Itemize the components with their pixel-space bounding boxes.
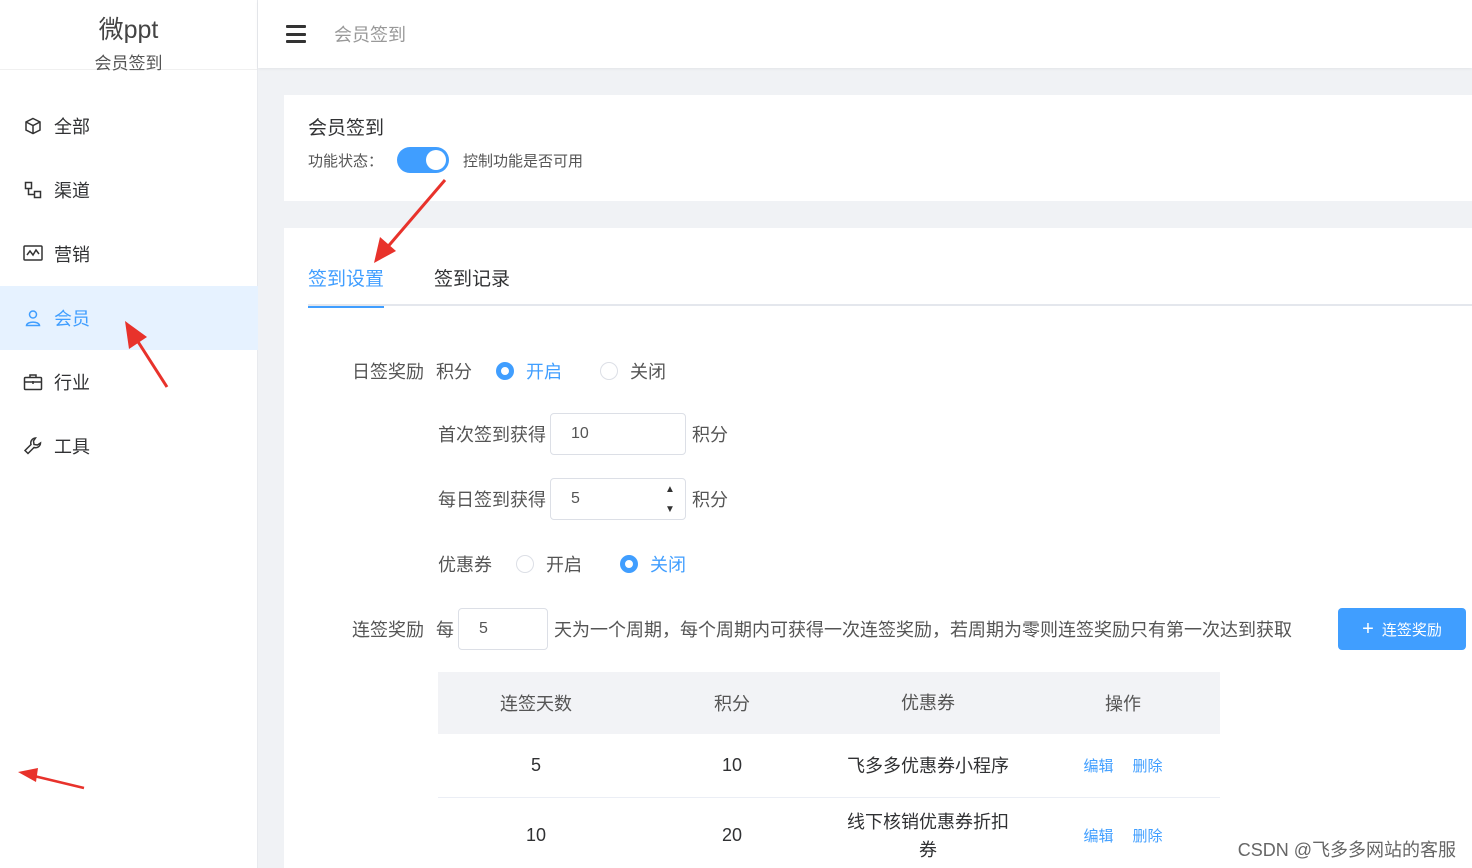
edit-link[interactable]: 编辑 xyxy=(1083,758,1113,775)
table-row: 10 20 线下核销优惠券折扣 券 编辑 删除 xyxy=(438,798,1220,868)
cube-icon xyxy=(22,115,44,137)
cell-coupon: 飞多多优惠券小程序 xyxy=(847,755,1009,776)
feature-toggle[interactable] xyxy=(397,147,450,173)
every-label: 每 xyxy=(436,620,454,640)
tab-signin-settings[interactable]: 签到设置 xyxy=(308,266,385,308)
daily-points-off-radio[interactable]: 关闭 xyxy=(600,358,666,384)
add-consecutive-reward-button[interactable]: + 连签奖励 xyxy=(1338,608,1466,650)
first-signin-label: 首次签到获得 xyxy=(438,425,546,445)
edit-link[interactable]: 编辑 xyxy=(1083,828,1113,845)
column-header: 操作 xyxy=(1105,694,1141,714)
tabs: 签到设置 签到记录 xyxy=(308,266,1472,308)
plus-icon: + xyxy=(1362,617,1374,640)
brand: 微ppt 会员签到 xyxy=(0,0,257,73)
sidebar-item-label: 营销 xyxy=(54,245,90,265)
column-header: 积分 xyxy=(714,694,750,714)
tab-signin-records[interactable]: 签到记录 xyxy=(434,266,510,306)
wrench-icon xyxy=(22,435,44,457)
briefcase-icon xyxy=(22,371,44,393)
cell-actions: 编辑 删除 xyxy=(1026,755,1220,776)
sidebar-item-member[interactable]: 会员 xyxy=(0,286,258,350)
status-row: 功能状态： 控制功能是否可用 xyxy=(308,147,583,173)
channel-icon xyxy=(22,179,44,201)
column-header: 优惠券 xyxy=(901,693,955,713)
cycle-input[interactable]: 5 xyxy=(458,608,548,650)
coupon-row: 优惠券 开启 关闭 xyxy=(438,551,686,577)
sidebar-item-all[interactable]: 全部 xyxy=(0,94,258,158)
delete-link[interactable]: 删除 xyxy=(1133,758,1163,775)
consecutive-label: 连签奖励 xyxy=(352,620,424,640)
cell-points: 10 xyxy=(721,755,743,775)
daily-reward-label: 日签奖励 xyxy=(352,362,424,382)
sidebar: 微ppt 会员签到 全部 渠道 营销 会员 行业 工具 xyxy=(0,0,258,868)
cell-coupon: 线下核销优惠券折扣 券 xyxy=(847,811,1009,860)
cycle-description: 天为一个周期，每个周期内可获得一次连签奖励，若周期为零则连签奖励只有第一次达到获… xyxy=(554,620,1292,640)
delete-link[interactable]: 删除 xyxy=(1133,828,1163,845)
daily-signin-row: 每日签到获得 5 ▲ ▼ 积分 xyxy=(438,478,728,520)
sidebar-item-label: 工具 xyxy=(54,437,90,457)
top-header: 会员签到 xyxy=(258,0,1472,68)
brand-subtitle: 会员签到 xyxy=(94,54,163,73)
chart-icon xyxy=(22,243,44,265)
table-row: 5 10 飞多多优惠券小程序 编辑 删除 xyxy=(438,734,1220,798)
increment-icon[interactable]: ▲ xyxy=(655,479,685,499)
decrement-icon[interactable]: ▼ xyxy=(655,499,685,519)
table-header: 连签天数 积分 优惠券 操作 xyxy=(438,672,1220,734)
sidebar-item-channel[interactable]: 渠道 xyxy=(0,158,258,222)
column-header: 连签天数 xyxy=(500,694,572,714)
sidebar-item-label: 全部 xyxy=(54,117,90,137)
status-hint: 控制功能是否可用 xyxy=(463,152,584,170)
first-signin-input[interactable]: 10 xyxy=(550,413,686,455)
menu-toggle-icon[interactable] xyxy=(286,25,306,43)
settings-card: 签到设置 签到记录 日签奖励 积分 开启 关闭 首次签到获得 10 积分 每日签… xyxy=(284,228,1472,868)
coupon-on-radio[interactable]: 开启 xyxy=(516,551,582,577)
first-signin-row: 首次签到获得 10 积分 xyxy=(438,413,728,455)
cell-days: 5 xyxy=(530,755,541,775)
breadcrumb: 会员签到 xyxy=(334,25,406,45)
sidebar-item-label: 渠道 xyxy=(54,181,90,201)
watermark: CSDN @飞多多网站的客服 xyxy=(1237,840,1456,860)
consecutive-reward-table: 连签天数 积分 优惠券 操作 5 10 飞多多优惠券小程序 编辑 删除 10 2… xyxy=(438,672,1220,868)
sidebar-item-tools[interactable]: 工具 xyxy=(0,414,258,478)
first-unit-label: 积分 xyxy=(692,425,728,445)
coupon-off-radio[interactable]: 关闭 xyxy=(620,551,686,577)
daily-signin-stepper[interactable]: 5 ▲ ▼ xyxy=(550,478,686,520)
sidebar-menu: 全部 渠道 营销 会员 行业 工具 xyxy=(0,94,258,478)
cell-actions: 编辑 删除 xyxy=(1026,825,1220,846)
sidebar-item-marketing[interactable]: 营销 xyxy=(0,222,258,286)
sidebar-item-label: 行业 xyxy=(54,373,90,393)
status-label: 功能状态： xyxy=(308,152,384,170)
user-icon xyxy=(22,307,44,329)
cell-points: 20 xyxy=(721,825,743,845)
brand-title: 微ppt xyxy=(98,16,159,44)
daily-points-on-radio[interactable]: 开启 xyxy=(496,358,562,384)
coupon-label: 优惠券 xyxy=(438,555,492,575)
card-title: 会员签到 xyxy=(308,118,385,139)
feature-status-card: 会员签到 功能状态： 控制功能是否可用 xyxy=(284,95,1472,201)
consecutive-row: 连签奖励 每 5 天为一个周期，每个周期内可获得一次连签奖励，若周期为零则连签奖… xyxy=(352,608,1292,650)
sidebar-item-label: 会员 xyxy=(54,309,90,329)
sidebar-item-industry[interactable]: 行业 xyxy=(0,350,258,414)
cell-days: 10 xyxy=(525,825,547,845)
daily-reward-row: 日签奖励 积分 开启 关闭 xyxy=(352,358,666,384)
daily-signin-label: 每日签到获得 xyxy=(438,490,546,510)
points-label: 积分 xyxy=(436,362,472,382)
daily-unit-label: 积分 xyxy=(692,490,728,510)
